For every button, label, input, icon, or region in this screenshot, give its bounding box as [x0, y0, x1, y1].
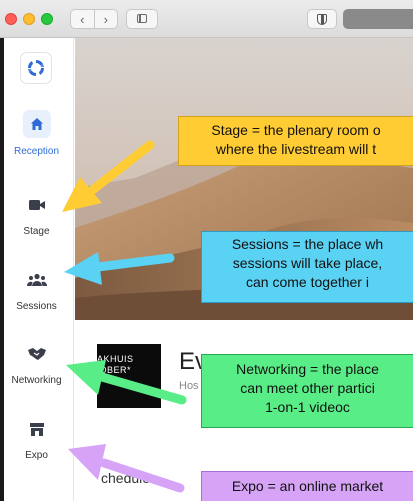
close-window-button[interactable]	[5, 13, 17, 25]
event-logo-text: /DBER*	[97, 365, 132, 375]
annotation-line: Networking = the place	[236, 361, 379, 377]
sidebar-icon	[137, 14, 147, 23]
event-sidebar: Reception Stage Sessions Networking Expo	[0, 38, 74, 501]
networking-annotation: Networking = the place can meet other pa…	[201, 354, 413, 428]
sidebar-item-label: Stage	[23, 226, 50, 237]
browser-toolbar: ‹ ›	[0, 0, 413, 38]
sidebar-item-networking[interactable]: Networking	[0, 341, 73, 386]
annotation-line: Sessions = the place wh	[231, 236, 384, 252]
sidebar-item-label: Reception	[13, 146, 60, 157]
home-icon	[22, 110, 51, 138]
stage-annotation: Stage = the plenary room o where the liv…	[178, 116, 413, 166]
sidebar-item-stage[interactable]: Stage	[0, 192, 73, 237]
event-host: Hos	[179, 380, 199, 392]
history-navigation: ‹ ›	[70, 9, 118, 29]
sidebar-toggle-button[interactable]	[126, 9, 158, 29]
storefront-icon	[24, 416, 50, 442]
back-button[interactable]: ‹	[71, 10, 94, 28]
event-logo-text: AKHUIS	[97, 354, 134, 364]
annotation-line: 1-on-1 videoc	[265, 399, 350, 415]
minimize-window-button[interactable]	[23, 13, 35, 25]
app-logo[interactable]	[20, 52, 52, 84]
schedule-heading: chedule	[101, 470, 151, 486]
event-logo: AKHUIS /DBER*	[97, 344, 161, 408]
forward-button[interactable]: ›	[93, 10, 118, 28]
address-bar[interactable]	[343, 9, 413, 29]
sessions-annotation: Sessions = the place wh sessions will ta…	[201, 231, 413, 303]
video-camera-icon	[24, 192, 50, 218]
people-group-icon	[24, 267, 50, 293]
sidebar-item-expo[interactable]: Expo	[0, 416, 73, 461]
zoom-window-button[interactable]	[41, 13, 53, 25]
sidebar-item-reception[interactable]: Reception	[0, 110, 73, 157]
annotation-line: Expo = an online market	[231, 478, 384, 494]
sidebar-item-label: Expo	[25, 450, 48, 461]
annotation-line: can meet other partici	[240, 380, 375, 396]
shield-icon	[317, 14, 327, 25]
annotation-line: can come together i	[246, 274, 369, 290]
window-edge	[0, 38, 4, 501]
handshake-icon	[24, 341, 50, 367]
annotation-line: Stage = the plenary room o	[211, 122, 381, 138]
sidebar-item-label: Networking	[11, 375, 62, 386]
annotation-line: where the livestream will t	[215, 141, 377, 157]
swirl-logo-icon	[27, 59, 45, 77]
sidebar-item-label: Sessions	[16, 301, 57, 312]
sidebar-item-sessions[interactable]: Sessions	[0, 267, 73, 312]
annotation-line: sessions will take place,	[232, 255, 383, 271]
expo-annotation: Expo = an online market	[201, 471, 413, 501]
privacy-report-button[interactable]	[307, 9, 337, 29]
